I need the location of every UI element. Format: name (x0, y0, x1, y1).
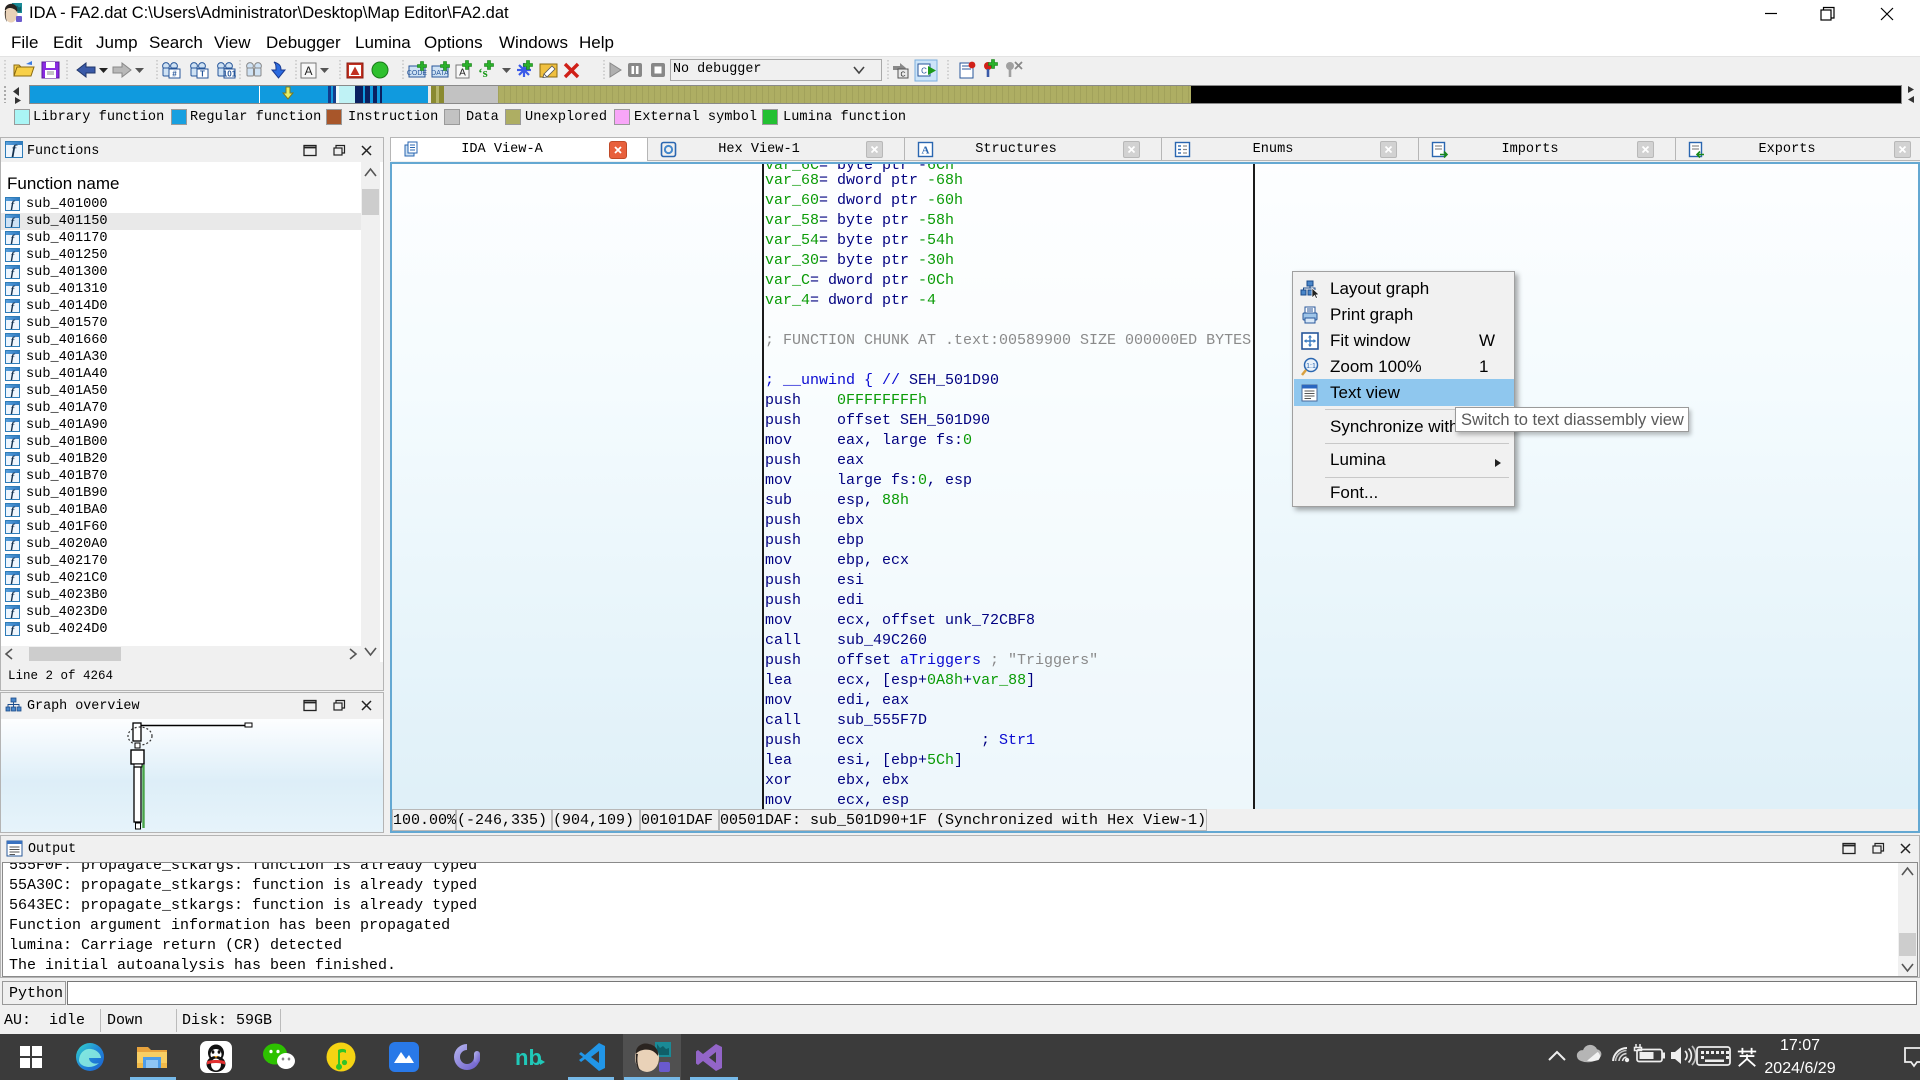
svg-text:‘s: ‘s (478, 65, 487, 80)
svg-text:nb: nb (515, 1045, 542, 1070)
svg-text:#: # (172, 70, 177, 79)
svg-text:T: T (200, 70, 205, 79)
svg-text:DATA: DATA (431, 70, 449, 77)
svg-text:A: A (459, 68, 466, 79)
svg-text:C: C (921, 67, 927, 76)
svg-text:CODE: CODE (407, 70, 428, 77)
svg-text:1:1: 1:1 (1306, 363, 1316, 370)
svg-text:101: 101 (223, 70, 237, 79)
svg-text:C: C (900, 72, 905, 79)
svg-text:A: A (304, 64, 312, 78)
